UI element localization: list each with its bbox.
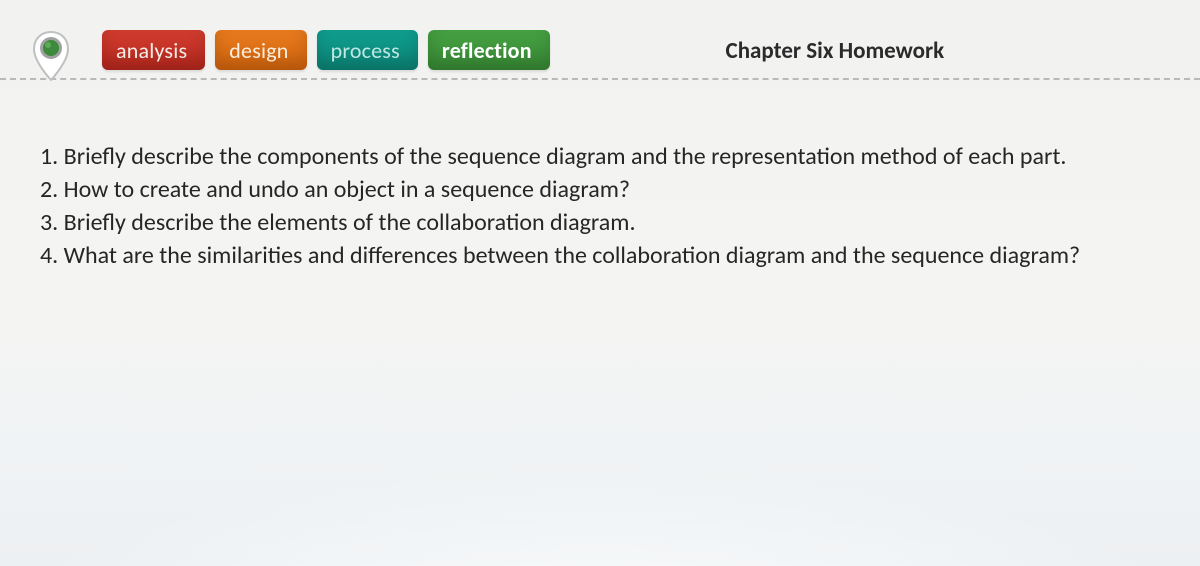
question-item: 3. Briefly describe the elements of the … [40, 206, 1140, 239]
tab-reflection[interactable]: reflection [428, 30, 550, 70]
tab-design[interactable]: design [215, 30, 306, 70]
header-row: analysis design process reflection Chapt… [0, 30, 1200, 80]
question-item: 2. How to create and undo an object in a… [40, 173, 1140, 206]
map-pin-icon [30, 30, 72, 80]
question-item: 4. What are the similarities and differe… [40, 239, 1140, 272]
tab-label: analysis [116, 37, 187, 64]
tab-process[interactable]: process [317, 30, 418, 70]
question-item: 1. Briefly describe the components of th… [40, 140, 1140, 173]
tab-label: process [331, 37, 400, 64]
tab-bar: analysis design process reflection [102, 30, 550, 70]
question-list: 1. Briefly describe the components of th… [40, 140, 1140, 272]
tab-label: design [229, 37, 288, 64]
tab-label: reflection [442, 37, 532, 64]
tab-analysis[interactable]: analysis [102, 30, 205, 70]
page-title: Chapter Six Homework [550, 37, 1200, 71]
